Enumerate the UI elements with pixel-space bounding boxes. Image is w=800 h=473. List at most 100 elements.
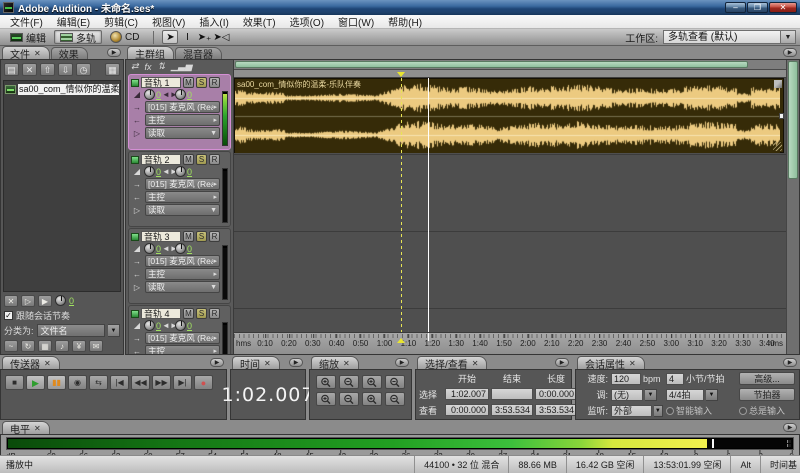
sort-by-select[interactable]: 文件名: [36, 324, 105, 337]
selection-length-value[interactable]: 0:00.000: [535, 388, 577, 401]
panel-menu-icon[interactable]: ▶: [783, 423, 797, 432]
track-automation-select[interactable]: 读取 ▼: [145, 281, 220, 293]
sends-icon[interactable]: ⇅: [158, 61, 166, 72]
zoom-in-horizontal-button[interactable]: [316, 375, 336, 389]
track-mute-button[interactable]: M: [183, 308, 194, 319]
main-tab-主群组[interactable]: 主群组: [127, 46, 174, 61]
key-select[interactable]: (无): [611, 388, 643, 401]
track-automation-select[interactable]: 读取 ▼: [145, 127, 220, 139]
fast-forward-button[interactable]: ▶▶: [152, 375, 171, 390]
track-record-button[interactable]: R: [209, 308, 220, 319]
tracks-view[interactable]: sa00_com_情似你的温柔-乐队伴奏: [234, 78, 786, 347]
vertical-scrollbar[interactable]: [786, 60, 799, 354]
go-to-start-button[interactable]: |◀: [110, 375, 129, 390]
show-video-files-icon[interactable]: ▦: [38, 339, 52, 352]
transport-tab-传送器[interactable]: 传送器 ✕: [2, 356, 60, 371]
selection-end-value[interactable]: [491, 388, 533, 401]
track-output-select[interactable]: 主控 ▸: [145, 114, 220, 126]
show-audio-files-icon[interactable]: ~: [4, 339, 18, 352]
scrollbar-thumb[interactable]: [235, 61, 749, 68]
meters-icon[interactable]: ▁▃▅: [171, 61, 192, 72]
close-tab-icon[interactable]: ✕: [34, 424, 41, 433]
import-audio-icon[interactable]: ⇧: [40, 63, 55, 76]
show-loop-files-icon[interactable]: ↻: [21, 339, 35, 352]
track-record-button[interactable]: R: [209, 231, 220, 242]
file-list[interactable]: sa00_com_情似你的温柔-乐队: [3, 80, 121, 292]
menu-item-6[interactable]: 效果(T): [237, 14, 282, 29]
panel-menu-icon[interactable]: ▶: [555, 358, 569, 367]
always-input-radio[interactable]: [739, 406, 747, 415]
preview-autoplay-icon[interactable]: ▷: [21, 294, 35, 307]
zoom-out-vertical-button[interactable]: [339, 392, 359, 406]
zoom-sel-left-button[interactable]: [362, 392, 382, 406]
maximize-button[interactable]: ❐: [747, 2, 768, 13]
timeline-area[interactable]: sa00_com_情似你的温柔-乐队伴奏 hms 0:10 0:20 0:30 …: [234, 60, 786, 354]
chevron-down-icon[interactable]: ▼: [706, 388, 718, 401]
close-tab-icon[interactable]: ✕: [472, 359, 479, 368]
track-lane-2[interactable]: [234, 155, 786, 232]
pause-button[interactable]: ▮▮: [47, 375, 66, 390]
selection-tab-选择/查看[interactable]: 选择/查看 ✕: [417, 356, 488, 371]
minimize-button[interactable]: –: [725, 2, 746, 13]
files-tab-效果[interactable]: 效果: [50, 47, 88, 61]
close-tab-icon[interactable]: ✕: [343, 359, 350, 368]
levels-tab-电平[interactable]: 电平 ✕: [2, 421, 50, 436]
track-color-chip[interactable]: [131, 78, 139, 87]
track-input-select[interactable]: [015] 麦克风 (Rea ▸: [145, 332, 220, 344]
zoom-tab-缩放[interactable]: 缩放 ✕: [311, 356, 359, 371]
track-name-field[interactable]: 音轨 4: [141, 308, 181, 319]
time-ruler[interactable]: hms 0:10 0:20 0:30 0:40 0:50 1:00 1:10 1:20 1:30 1…: [234, 332, 786, 354]
panel-menu-icon[interactable]: ▶: [783, 358, 797, 367]
clip-handle[interactable]: [779, 112, 784, 119]
close-tab-icon[interactable]: ✕: [264, 359, 271, 368]
track-input-select[interactable]: [015] 麦克风 (Rea ▸: [145, 101, 220, 113]
ibeam-tool-icon[interactable]: I: [179, 30, 195, 44]
marker-strip[interactable]: [234, 70, 786, 78]
close-tab-icon[interactable]: ✕: [629, 359, 636, 368]
advanced-button[interactable]: 高级...: [739, 372, 795, 385]
show-options-icon[interactable]: ¥: [72, 339, 86, 352]
play-looped-button[interactable]: ◉: [68, 375, 87, 390]
beats-field[interactable]: 4: [666, 372, 684, 385]
record-button[interactable]: ●: [194, 375, 213, 390]
menu-item-4[interactable]: 视图(V): [146, 14, 191, 29]
playhead-line[interactable]: [428, 78, 429, 332]
insert-multitrack-icon[interactable]: ◷: [76, 63, 91, 76]
chevron-down-icon[interactable]: ▼: [653, 404, 663, 417]
track-output-select[interactable]: 主控 ▸: [145, 345, 220, 354]
files-tab-文件[interactable]: 文件 ✕: [2, 46, 50, 61]
chevron-down-icon[interactable]: ▼: [645, 388, 657, 401]
go-to-end-button[interactable]: ▶|: [173, 375, 192, 390]
menu-item-2[interactable]: 编辑(E): [51, 14, 96, 29]
track-mute-button[interactable]: M: [183, 77, 194, 88]
smart-input-radio[interactable]: [666, 406, 674, 415]
signature-select[interactable]: 4/4拍: [666, 388, 704, 401]
multitrack-view-button[interactable]: 多轨: [54, 30, 102, 45]
session-tab-会话属性[interactable]: 会话属性 ✕: [577, 356, 645, 371]
cd-edit-icon[interactable]: ▦: [105, 63, 120, 76]
panel-menu-icon[interactable]: ▶: [210, 358, 224, 367]
clip-corner-icon[interactable]: [774, 80, 782, 88]
scrub-tool-icon[interactable]: ➤◁: [213, 30, 229, 44]
cd-view-button[interactable]: CD: [104, 30, 145, 44]
zoom-selection-button[interactable]: [385, 375, 405, 389]
track-solo-button[interactable]: S: [196, 308, 207, 319]
show-midi-files-icon[interactable]: ♪: [55, 339, 69, 352]
rewind-button[interactable]: ◀◀: [131, 375, 150, 390]
fx-rack-icon[interactable]: fx: [145, 62, 152, 72]
io-toggle-icon[interactable]: ⇄: [131, 61, 139, 72]
follow-tempo-checkbox[interactable]: ✓: [4, 311, 13, 320]
zoom-in-vertical-button[interactable]: [316, 392, 336, 406]
chevron-down-icon[interactable]: ▼: [108, 324, 120, 337]
import-file-icon[interactable]: ▤: [4, 63, 19, 76]
panel-menu-icon[interactable]: ▶: [395, 358, 409, 367]
menu-item-7[interactable]: 选项(O): [284, 14, 330, 29]
track-color-chip[interactable]: [131, 309, 139, 318]
selection-start-value[interactable]: 0:00.000: [445, 404, 489, 417]
track-record-button[interactable]: R: [209, 77, 220, 88]
menu-item-9[interactable]: 帮助(H): [382, 14, 428, 29]
track-color-chip[interactable]: [131, 155, 139, 164]
menu-item-3[interactable]: 剪辑(C): [98, 14, 144, 29]
track-output-select[interactable]: 主控 ▸: [145, 191, 220, 203]
track-input-select[interactable]: [015] 麦克风 (Rea ▸: [145, 178, 220, 190]
